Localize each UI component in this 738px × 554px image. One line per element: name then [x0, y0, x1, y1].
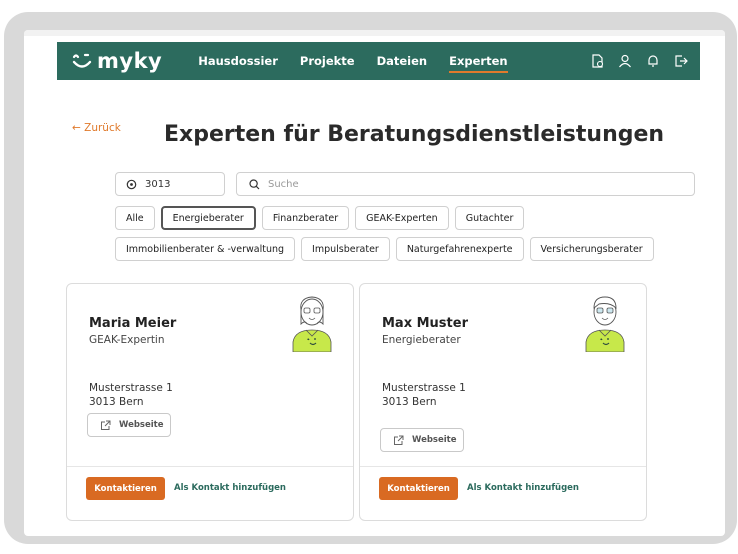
expert-role: GEAK-Expertin: [89, 334, 165, 346]
logo[interactable]: myky: [71, 49, 162, 73]
search-placeholder: Suche: [268, 178, 299, 190]
location-pin-icon: [126, 179, 137, 189]
expert-card: Maria Meier GEAK-Expertin Musterstrasse …: [66, 283, 354, 521]
logo-smile-icon: [72, 53, 92, 68]
search-icon: [249, 178, 260, 189]
website-button[interactable]: Webseite: [87, 413, 171, 437]
chip-impulsberater[interactable]: Impulsberater: [301, 237, 390, 261]
app-screen: myky Hausdossier Projekte Dateien Expert…: [24, 30, 725, 536]
search-input[interactable]: Suche: [236, 172, 695, 196]
document-icon[interactable]: [590, 54, 604, 68]
website-button[interactable]: Webseite: [380, 428, 464, 452]
expert-street: Musterstrasse 1: [382, 382, 466, 394]
nav-icons: [590, 54, 688, 68]
expert-city: 3013 Bern: [382, 396, 437, 408]
chip-versicherungsberater[interactable]: Versicherungsberater: [529, 237, 654, 261]
nav-projekte[interactable]: Projekte: [300, 50, 355, 72]
main-navbar: myky Hausdossier Projekte Dateien Expert…: [57, 42, 700, 80]
user-icon[interactable]: [618, 54, 632, 68]
expert-street: Musterstrasse 1: [89, 382, 173, 394]
website-label: Webseite: [412, 435, 457, 445]
add-contact-link[interactable]: Als Kontakt hinzufügen: [174, 483, 286, 493]
nav-links: Hausdossier Projekte Dateien Experten: [198, 50, 509, 73]
external-link-icon: [101, 420, 111, 430]
expert-card: Max Muster Energieberater Musterstrasse …: [359, 283, 647, 521]
expert-avatar-female-icon: [292, 296, 332, 352]
location-value: 3013: [145, 178, 171, 190]
chip-energieberater[interactable]: Energieberater: [160, 206, 256, 230]
nav-experten[interactable]: Experten: [449, 50, 509, 73]
add-contact-link[interactable]: Als Kontakt hinzufügen: [467, 483, 579, 493]
nav-hausdossier[interactable]: Hausdossier: [198, 50, 278, 72]
website-label: Webseite: [119, 420, 164, 430]
page-title: Experten für Beratungsdienstleistungen: [164, 122, 665, 147]
expert-avatar-male-icon: [585, 296, 625, 352]
bell-icon[interactable]: [646, 54, 660, 68]
external-link-icon: [394, 435, 404, 445]
chip-naturgefahrenexperte[interactable]: Naturgefahrenexperte: [395, 237, 524, 261]
logout-icon[interactable]: [674, 54, 688, 68]
category-filters: Alle Energieberater Finanzberater GEAK-E…: [115, 206, 705, 261]
contact-button[interactable]: Kontaktieren: [379, 477, 458, 500]
card-divider: [67, 466, 353, 467]
location-field[interactable]: 3013: [115, 172, 225, 196]
card-divider: [360, 466, 646, 467]
expert-name: Max Muster: [382, 316, 468, 331]
chip-geak-experten[interactable]: GEAK-Experten: [355, 206, 449, 230]
chip-immobilienberater[interactable]: Immobilienberater & -verwaltung: [115, 237, 296, 261]
expert-city: 3013 Bern: [89, 396, 144, 408]
chip-alle[interactable]: Alle: [115, 206, 155, 230]
chip-gutachter[interactable]: Gutachter: [454, 206, 525, 230]
expert-role: Energieberater: [382, 334, 461, 346]
logo-text: myky: [97, 49, 163, 73]
expert-name: Maria Meier: [89, 316, 177, 331]
contact-button[interactable]: Kontaktieren: [86, 477, 165, 500]
back-link[interactable]: ← Zurück: [72, 122, 121, 134]
nav-dateien[interactable]: Dateien: [377, 50, 428, 72]
chip-finanzberater[interactable]: Finanzberater: [261, 206, 350, 230]
top-strip: [24, 30, 725, 36]
device-frame: myky Hausdossier Projekte Dateien Expert…: [4, 12, 737, 544]
